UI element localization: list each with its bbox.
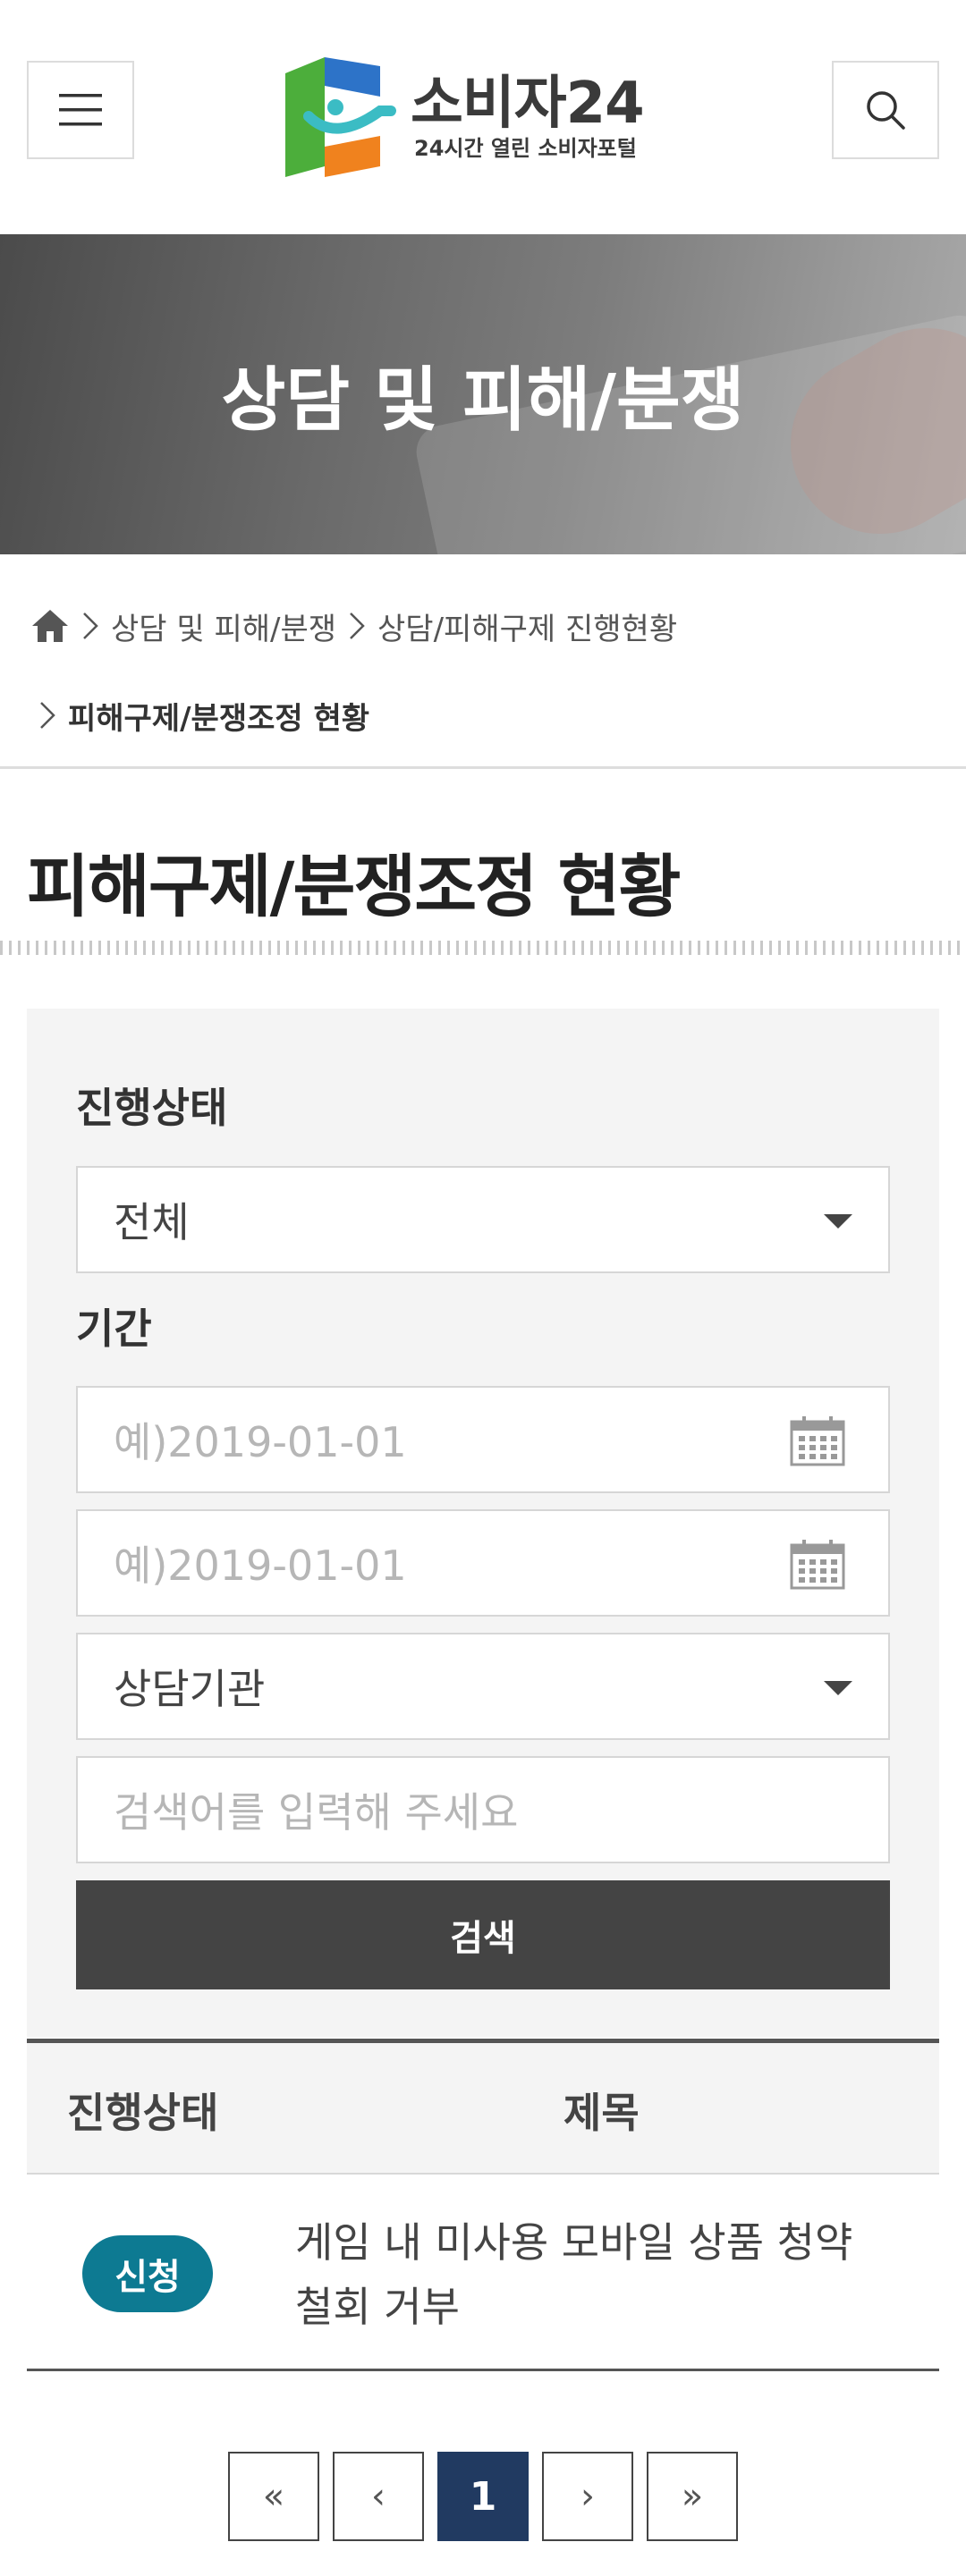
hamburger-icon bbox=[59, 94, 102, 126]
calendar-icon[interactable] bbox=[790, 1538, 845, 1590]
status-select[interactable]: 전체 bbox=[76, 1166, 890, 1273]
end-date-input[interactable]: 예)2019-01-01 bbox=[76, 1509, 890, 1617]
agency-select[interactable]: 상담기관 bbox=[76, 1633, 890, 1740]
breadcrumb-current: 피해구제/분쟁조정 현황 bbox=[68, 700, 370, 737]
caret-down-icon bbox=[824, 1214, 852, 1229]
search-button[interactable] bbox=[832, 61, 939, 159]
prev-page-button[interactable]: ‹ bbox=[333, 2452, 424, 2541]
search-panel: 진행상태 전체 기간 예)2019-01-01 예)2019-01-01 상담기… bbox=[27, 1009, 939, 2037]
caret-down-icon bbox=[824, 1681, 852, 1695]
first-page-button[interactable]: « bbox=[228, 2452, 319, 2541]
status-label: 진행상태 bbox=[76, 1084, 228, 1132]
page-title: 피해구제/분쟁조정 현황 bbox=[27, 847, 681, 926]
status-badge: 신청 bbox=[82, 2235, 213, 2312]
breadcrumb-item-2[interactable]: 상담/피해구제 진행현황 bbox=[377, 604, 677, 648]
column-header-status: 진행상태 bbox=[67, 2089, 219, 2137]
chevron-right-icon bbox=[350, 612, 365, 639]
next-page-button[interactable]: › bbox=[542, 2452, 633, 2541]
logo-mark-icon bbox=[285, 57, 396, 177]
page-button-current[interactable]: 1 bbox=[437, 2452, 529, 2541]
table-row[interactable]: 신청 게임 내 미사용 모바일 상품 청약 철회 거부 bbox=[27, 2175, 939, 2371]
banner-title: 상담 및 피해/분쟁 bbox=[221, 360, 745, 441]
menu-button[interactable] bbox=[27, 61, 134, 159]
header: 소비자24 24시간 열린 소비자포털 bbox=[0, 0, 966, 234]
breadcrumb: 상담 및 피해/분쟁 상담/피해구제 진행현황 피해구제/분쟁조정 현황 bbox=[0, 554, 966, 769]
logo-title: 소비자24 bbox=[411, 71, 645, 137]
last-page-button[interactable]: » bbox=[647, 2452, 738, 2541]
row-title-link[interactable]: 게임 내 미사용 모바일 상품 청약 철회 거부 bbox=[295, 2210, 903, 2339]
search-submit-button[interactable]: 검색 bbox=[76, 1880, 890, 1989]
keyword-placeholder: 검색어를 입력해 주세요 bbox=[114, 1788, 519, 1837]
calendar-icon[interactable] bbox=[790, 1415, 845, 1466]
site-logo[interactable]: 소비자24 24시간 열린 소비자포털 bbox=[273, 54, 702, 181]
column-header-title: 제목 bbox=[564, 2089, 640, 2137]
section-banner: 상담 및 피해/분쟁 bbox=[0, 234, 966, 554]
chevron-right-icon bbox=[40, 702, 55, 729]
home-icon[interactable] bbox=[30, 606, 70, 646]
pagination: « ‹ 1 › » bbox=[228, 2452, 738, 2541]
end-date-placeholder: 예)2019-01-01 bbox=[114, 1541, 407, 1590]
logo-subtitle: 24시간 열린 소비자포털 bbox=[414, 136, 637, 161]
keyword-input[interactable]: 검색어를 입력해 주세요 bbox=[76, 1756, 890, 1863]
start-date-input[interactable]: 예)2019-01-01 bbox=[76, 1386, 890, 1493]
period-label: 기간 bbox=[76, 1305, 152, 1353]
start-date-placeholder: 예)2019-01-01 bbox=[114, 1418, 407, 1466]
status-select-value: 전체 bbox=[114, 1198, 190, 1246]
chevron-right-icon bbox=[83, 612, 98, 639]
search-icon bbox=[867, 91, 905, 130]
agency-select-value: 상담기관 bbox=[114, 1665, 266, 1713]
title-divider bbox=[0, 941, 966, 955]
table-header: 진행상태 제목 bbox=[27, 2039, 939, 2175]
breadcrumb-item-1[interactable]: 상담 및 피해/분쟁 bbox=[111, 604, 336, 648]
